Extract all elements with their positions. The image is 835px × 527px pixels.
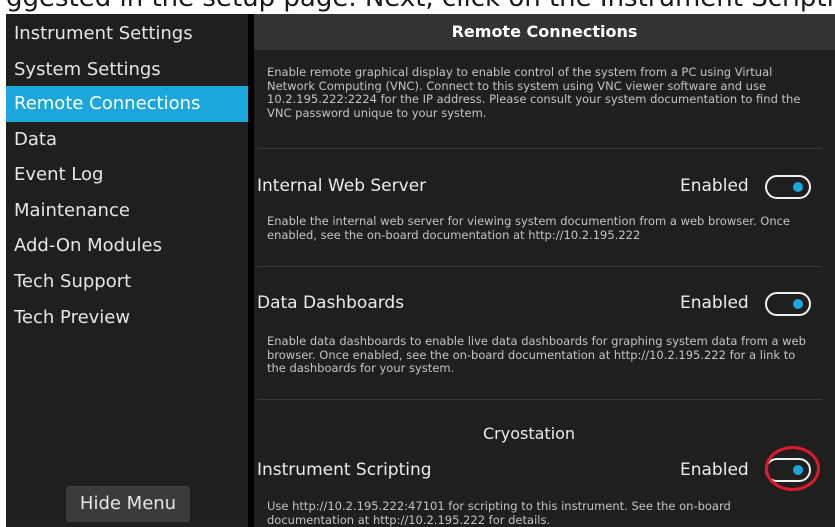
internal-web-server-title: Internal Web Server (257, 176, 427, 196)
toggle-knob (793, 299, 803, 309)
sidebar-item-add-on-modules[interactable]: Add-On Modules (6, 228, 248, 264)
instrument-scripting-toggle[interactable] (765, 458, 811, 482)
section-divider (257, 148, 822, 149)
section-divider (257, 399, 822, 400)
instruction-caption-strip: ggested in the setup page. Next, click o… (0, 0, 835, 14)
section-divider (257, 266, 822, 267)
internal-web-server-toggle[interactable] (765, 175, 811, 199)
data-dashboards-description: Enable data dashboards to enable live da… (267, 334, 806, 375)
internal-web-server-description: Enable the internal web server for viewi… (267, 214, 791, 242)
cryostation-group-label: Cryostation (483, 424, 576, 443)
sidebar-item-maintenance[interactable]: Maintenance (6, 193, 248, 229)
data-dashboards-title: Data Dashboards (257, 293, 405, 313)
toggle-knob (793, 182, 803, 192)
sidebar-item-data[interactable]: Data (6, 122, 248, 158)
data-dashboards-status: Enabled (680, 293, 749, 313)
internal-web-server-status: Enabled (680, 176, 749, 196)
sidebar-item-event-log[interactable]: Event Log (6, 157, 248, 193)
instrument-scripting-status: Enabled (680, 460, 749, 480)
page-title: Remote Connections (254, 14, 835, 50)
sidebar-item-system-settings[interactable]: System Settings (6, 52, 248, 88)
sidebar-item-instrument-settings[interactable]: Instrument Settings (6, 16, 248, 52)
instruction-caption-text: ggested in the setup page. Next, click o… (6, 0, 835, 13)
sidebar-item-tech-preview[interactable]: Tech Preview (6, 300, 248, 336)
sidebar: Instrument Settings System Settings Remo… (6, 14, 248, 527)
sidebar-item-remote-connections[interactable]: Remote Connections (6, 86, 248, 122)
hide-menu-button[interactable]: Hide Menu (66, 486, 190, 522)
sidebar-item-tech-support[interactable]: Tech Support (6, 264, 248, 300)
instrument-scripting-description: Use http://10.2.195.222:47101 for script… (267, 499, 731, 527)
instrument-scripting-title: Instrument Scripting (257, 460, 432, 480)
toggle-knob (793, 465, 803, 475)
data-dashboards-toggle[interactable] (765, 292, 811, 316)
vnc-description: Enable remote graphical display to enabl… (267, 65, 801, 120)
